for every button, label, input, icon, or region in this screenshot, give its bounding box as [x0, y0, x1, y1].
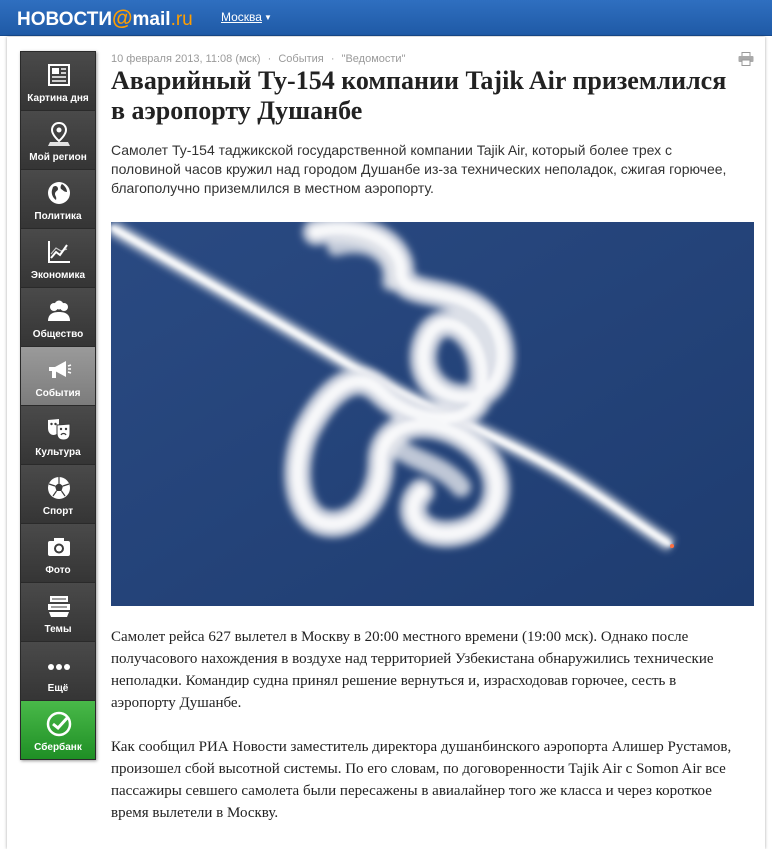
chart-icon: [48, 241, 70, 263]
sidebar-item-label: События: [35, 388, 81, 399]
article-date: 10 февраля 2013, 11:08 (мск): [111, 53, 261, 65]
sidebar-item-label: Картина дня: [27, 93, 89, 104]
sberbank-logo-icon: [46, 711, 72, 737]
logo-at-sign: @: [112, 7, 133, 30]
megaphone-icon: [49, 361, 72, 378]
soccer-ball-icon: [48, 477, 70, 499]
sidebar-item-culture[interactable]: Культура: [21, 406, 95, 465]
sidebar-item-society[interactable]: Общество: [21, 288, 95, 347]
sidebar-item-events[interactable]: События: [21, 347, 95, 406]
category-sidebar: Картина дня Мой регион Политика Экономик…: [20, 51, 96, 760]
sidebar-item-picture-of-day[interactable]: Картина дня: [21, 52, 95, 111]
sidebar-item-label: Культура: [35, 447, 81, 458]
site-logo[interactable]: НОВОСТИ@mail.ru: [17, 7, 193, 31]
camera-icon: [48, 538, 70, 556]
sidebar-item-more[interactable]: Ещё: [21, 642, 95, 701]
sidebar-item-my-region[interactable]: Мой регион: [21, 111, 95, 170]
theater-masks-icon: [48, 419, 71, 441]
sidebar-item-label: Экономика: [30, 270, 86, 281]
chevron-down-icon: ▼: [263, 13, 272, 22]
sidebar-item-sberbank[interactable]: Сбербанк: [21, 701, 95, 759]
sidebar-item-politics[interactable]: Политика: [21, 170, 95, 229]
sidebar-item-label: Ещё: [47, 683, 69, 694]
sidebar-item-label: Общество: [32, 329, 84, 340]
article-paragraph-2: Как сообщил РИА Новости заместитель дире…: [111, 739, 732, 821]
plane-dot: [670, 544, 674, 548]
article-lead: Самолет Ту-154 таджикской государственно…: [111, 142, 727, 196]
article-title: Аварийный Ту-154 компании Tajik Air приз…: [111, 66, 727, 125]
article-meta: 10 февраля 2013, 11:08 (мск) · События ·…: [111, 53, 409, 65]
article-category-link[interactable]: События: [278, 53, 323, 65]
sidebar-item-label: Спорт: [42, 506, 74, 517]
article-source-link[interactable]: "Ведомости": [342, 53, 406, 65]
sidebar-item-label: Фото: [45, 565, 71, 576]
region-selector[interactable]: Москва ▼: [221, 10, 272, 24]
sidebar-item-label: Темы: [44, 624, 72, 635]
sidebar-item-photo[interactable]: Фото: [21, 524, 95, 583]
meta-separator: ·: [330, 53, 335, 65]
people-icon: [48, 300, 70, 321]
more-dots-icon: [48, 664, 70, 670]
stack-icon: [48, 596, 70, 617]
logo-ru-text: .ru: [170, 9, 193, 30]
sidebar-item-topics[interactable]: Темы: [21, 583, 95, 642]
newspaper-icon: [48, 64, 70, 86]
print-icon[interactable]: [738, 52, 754, 66]
sidebar-item-label: Политика: [34, 211, 82, 222]
logo-mail-text: mail: [132, 9, 171, 30]
top-header-bar: НОВОСТИ@mail.ru Москва ▼: [0, 0, 772, 36]
map-pin-icon: [48, 121, 70, 146]
sidebar-item-label: Сбербанк: [34, 742, 82, 753]
contrail-photo-image: [111, 222, 754, 606]
article-paragraph-1: Самолет рейса 627 вылетел в Москву в 20:…: [111, 629, 714, 711]
sidebar-item-label: Мой регион: [29, 152, 87, 163]
region-label: Москва: [221, 10, 262, 24]
logo-news-text: НОВОСТИ: [17, 9, 113, 30]
globe-icon: [48, 182, 70, 204]
sidebar-item-economy[interactable]: Экономика: [21, 229, 95, 288]
sidebar-item-sport[interactable]: Спорт: [21, 465, 95, 524]
meta-separator: ·: [267, 53, 272, 65]
article-photo: [111, 222, 754, 606]
